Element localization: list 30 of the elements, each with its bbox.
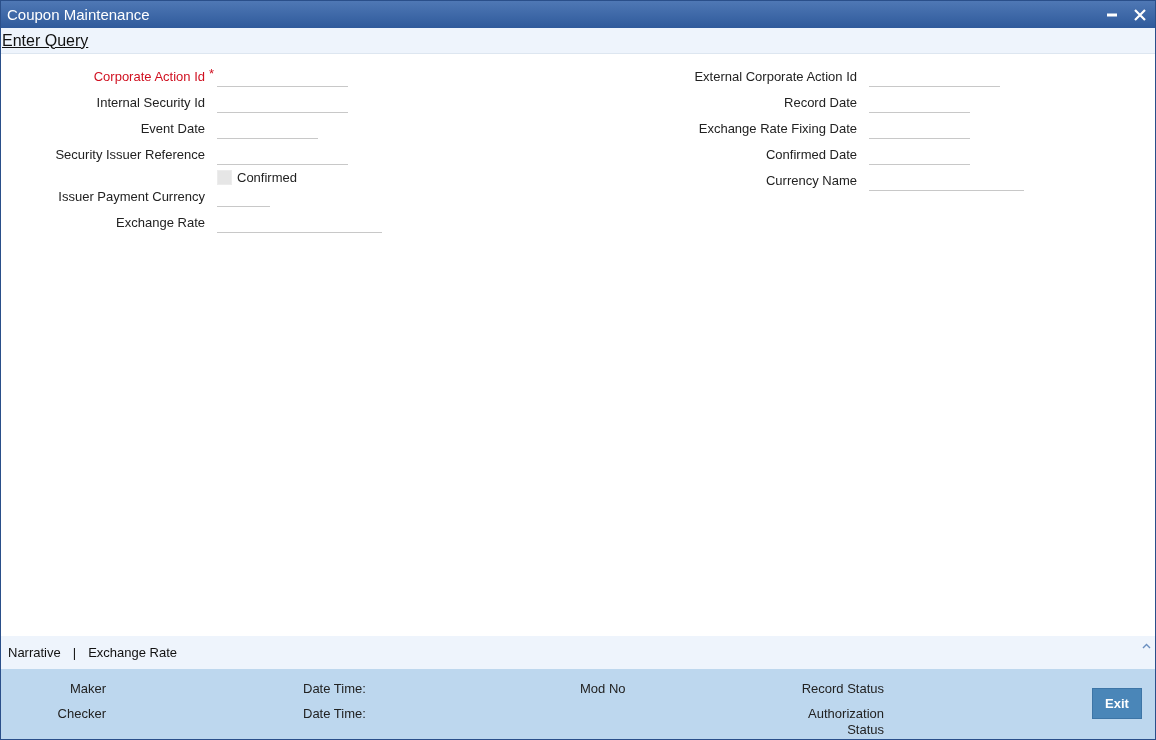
field-label: Exchange Rate: [116, 215, 205, 231]
footer-label: Date Time:: [303, 706, 367, 723]
field-label: Security Issuer Reference: [55, 147, 205, 163]
footer-label: Mod No: [580, 681, 627, 698]
field-label: External Corporate Action Id: [694, 69, 857, 85]
field-label: Issuer Payment Currency: [58, 189, 205, 205]
window-title: Coupon Maintenance: [7, 6, 151, 23]
narrative-tab[interactable]: Narrative: [8, 645, 61, 660]
footer-label: Record Status: [800, 681, 884, 698]
exit-button[interactable]: Exit: [1092, 688, 1142, 719]
footer-label: Maker: [68, 681, 106, 698]
field-label: Exchange Rate Fixing Date: [698, 121, 857, 137]
field-label: Internal Security Id: [96, 95, 205, 111]
footer-label: Date Time:: [303, 681, 367, 698]
field-label: Currency Name: [765, 173, 857, 189]
close-icon: [1134, 8, 1146, 21]
tab-separator: |: [72, 645, 77, 660]
enter-query-link[interactable]: Enter Query: [1, 31, 89, 50]
subtab[interactable]: Exchange Rate: [88, 645, 178, 660]
collapse-icon[interactable]: [1142, 642, 1151, 649]
minimize-icon: [1107, 12, 1117, 17]
field-label: Event Date: [140, 121, 205, 137]
field-label: Corporate Action Id: [93, 69, 205, 85]
close-button[interactable]: [1133, 7, 1147, 22]
footer-label: Checker: [56, 706, 106, 723]
field-label: Record Date: [784, 95, 857, 111]
checkbox[interactable]: [217, 170, 232, 185]
required-marker: *: [208, 66, 214, 81]
field-label: Confirmed Date: [765, 147, 857, 163]
checkbox-label: Confirmed: [237, 170, 297, 186]
